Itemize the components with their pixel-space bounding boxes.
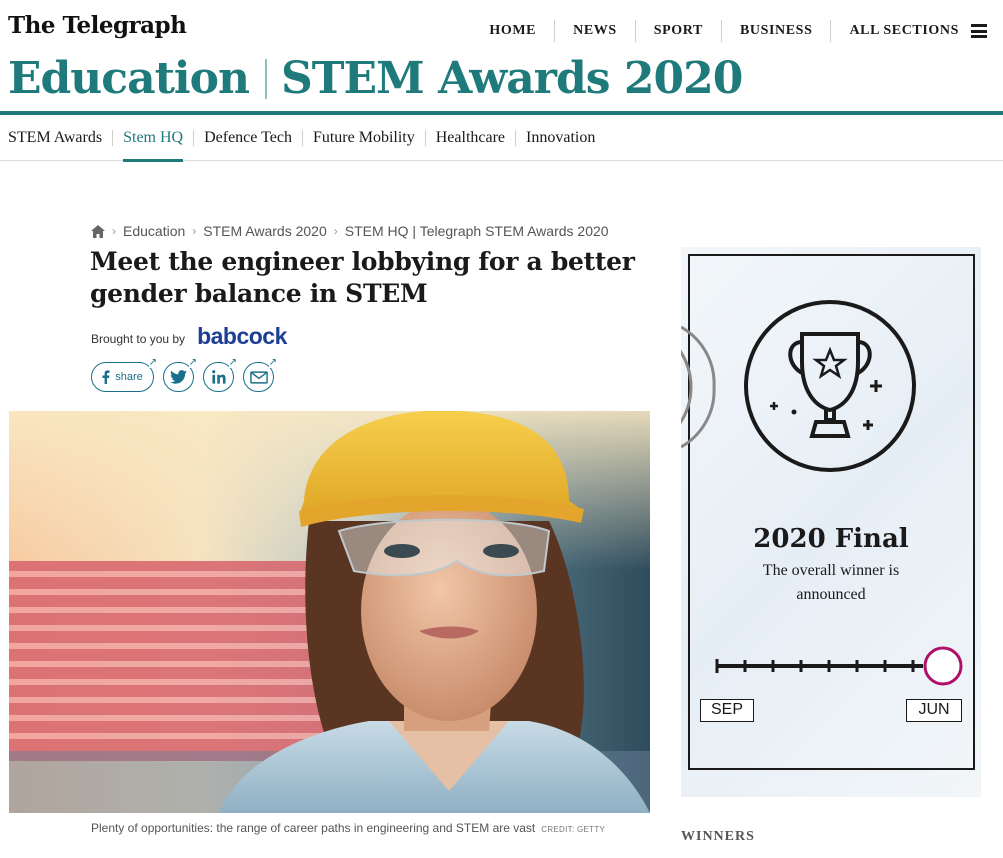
breadcrumb-education[interactable]: Education — [123, 223, 185, 239]
chevron-right-icon: › — [112, 224, 116, 238]
nav-home[interactable]: HOME — [471, 20, 556, 42]
breadcrumb-stem-hq[interactable]: STEM HQ | Telegraph STEM Awards 2020 — [345, 223, 609, 239]
caption-text: Plenty of opportunities: the range of ca… — [91, 821, 536, 835]
email-icon — [249, 370, 268, 384]
external-arrow-icon: ↗ — [268, 357, 277, 368]
sponsor-logo[interactable]: babcock — [197, 323, 287, 350]
external-arrow-icon: ↗ — [148, 357, 157, 368]
chevron-right-icon: › — [192, 224, 197, 238]
image-caption: Plenty of opportunities: the range of ca… — [91, 821, 605, 835]
nav-business[interactable]: BUSINESS — [722, 20, 832, 42]
chevron-right-icon: › — [333, 224, 338, 238]
section-education-link[interactable]: Education — [8, 53, 250, 104]
timeline-progress — [715, 646, 963, 686]
engineer-photo — [9, 411, 650, 813]
hero-image — [9, 411, 650, 813]
share-buttons: share ↗ ↗ ↗ ↗ — [91, 358, 283, 392]
masthead: The Telegraph HOME NEWS SPORT BUSINESS A… — [0, 0, 1003, 115]
telegraph-logo[interactable]: The Telegraph — [8, 12, 187, 39]
promo-title: 2020 Final — [753, 524, 909, 554]
timeline-start-month: SEP — [700, 699, 754, 722]
facebook-share-button[interactable]: share ↗ — [91, 358, 157, 392]
section-title: Education STEM Awards 2020 — [8, 53, 743, 104]
menu-icon[interactable] — [971, 24, 987, 38]
timeline-current-marker — [923, 646, 963, 686]
title-divider — [264, 58, 267, 99]
nav-sport[interactable]: SPORT — [636, 20, 722, 42]
partial-circle-decoration — [681, 325, 716, 449]
subnav-future-mobility[interactable]: Future Mobility — [303, 129, 426, 146]
subnav-innovation[interactable]: Innovation — [516, 129, 605, 146]
external-arrow-icon: ↗ — [228, 357, 237, 368]
linkedin-icon — [211, 370, 226, 384]
nav-news[interactable]: NEWS — [555, 20, 636, 42]
nav-all-sections[interactable]: ALL SECTIONS — [831, 20, 967, 42]
subnav-defence-tech[interactable]: Defence Tech — [194, 129, 303, 146]
article-headline: Meet the engineer lobbying for a better … — [90, 247, 635, 308]
trophy-icon — [744, 300, 916, 472]
linkedin-share-button[interactable]: ↗ — [203, 358, 237, 392]
share-label: share — [115, 371, 143, 383]
twitter-icon — [170, 370, 187, 384]
twitter-share-button[interactable]: ↗ — [163, 358, 197, 392]
section-stem-awards-link[interactable]: STEM Awards 2020 — [281, 53, 743, 104]
facebook-icon — [102, 370, 110, 384]
stem-final-promo[interactable]: 2020 Final The overall winner is announc… — [681, 247, 981, 797]
email-share-button[interactable]: ↗ — [243, 358, 277, 392]
winners-heading[interactable]: WINNERS — [681, 829, 755, 845]
timeline-end-month: JUN — [906, 699, 962, 722]
sponsor-line: Brought to you by babcock — [91, 323, 287, 352]
home-icon[interactable] — [91, 224, 105, 238]
top-nav: HOME NEWS SPORT BUSINESS ALL SECTIONS — [471, 20, 987, 42]
subnav-healthcare[interactable]: Healthcare — [426, 129, 517, 146]
sub-nav: STEM Awards Stem HQ Defence Tech Future … — [0, 115, 1003, 162]
subnav-stem-hq[interactable]: Stem HQ — [113, 129, 195, 162]
external-arrow-icon: ↗ — [188, 357, 197, 368]
brought-to-you-label: Brought to you by — [91, 331, 186, 346]
subnav-stem-awards[interactable]: STEM Awards — [8, 129, 114, 146]
image-credit: CREDIT: GETTY — [541, 825, 606, 834]
promo-subtitle: The overall winner is announced — [762, 562, 900, 603]
breadcrumb-stem-awards[interactable]: STEM Awards 2020 — [203, 223, 326, 239]
breadcrumb: › Education › STEM Awards 2020 › STEM HQ… — [91, 223, 609, 239]
